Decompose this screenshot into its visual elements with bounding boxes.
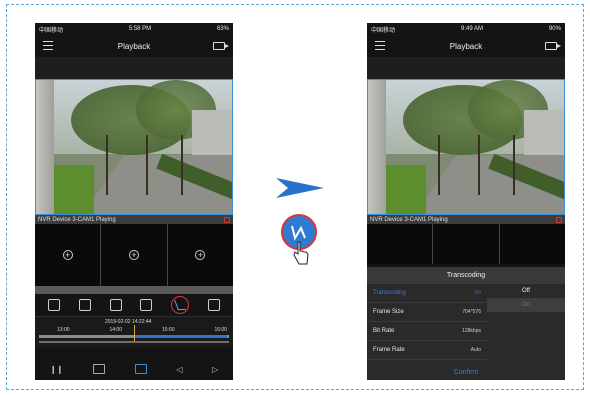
phone-screen-after: 中国移动 9:49 AM 90% Playback NVR Device 3-C… (367, 23, 565, 380)
timeline-track-secondary (39, 341, 229, 343)
empty-channel-cell[interactable]: + (101, 224, 167, 286)
add-icon[interactable]: + (128, 250, 139, 260)
battery-text: 90% (548, 26, 561, 32)
option-on[interactable]: On (487, 298, 565, 312)
page-title: Playback (449, 41, 483, 51)
setting-label: Frame Size (373, 309, 404, 315)
setting-label: Transcoding (373, 290, 406, 296)
video-feed[interactable] (35, 79, 233, 215)
pause-icon[interactable]: ❙❙ (50, 365, 63, 374)
top-bar: Playback (367, 35, 565, 57)
option-picker: Off On (487, 284, 565, 324)
battery-text: 63% (216, 26, 229, 32)
channel-grid (367, 224, 565, 264)
menu-icon[interactable] (43, 41, 53, 50)
spacer (367, 57, 565, 79)
speaker-icon[interactable] (224, 216, 230, 223)
timeline-mark: 13:00 (57, 327, 70, 333)
setting-row-frame-size[interactable]: Frame Size 704*576 (367, 303, 487, 322)
arrow-right-icon (276, 178, 324, 198)
option-off[interactable]: Off (487, 284, 565, 298)
prev-icon[interactable]: ◁ (176, 365, 182, 374)
camera-label: NVR Device 3-CAM1 Playing (370, 216, 448, 223)
top-bar: Playback (35, 35, 233, 57)
hand-pointer-icon (293, 241, 309, 265)
empty-channel-cell[interactable] (433, 224, 499, 264)
add-icon[interactable]: + (195, 250, 206, 260)
spacer (35, 57, 233, 79)
setting-label: Bit Rate (373, 328, 395, 334)
empty-channel-cell[interactable]: + (167, 224, 233, 286)
carrier-text: 中国移动 (39, 27, 64, 34)
record-icon[interactable] (78, 299, 91, 311)
status-bar: 中国移动 5:58 PM 63% (35, 23, 233, 35)
timeline-datetime: 2019-02-02 14:22:44 (105, 319, 152, 325)
divider (35, 286, 233, 294)
transcoding-icon[interactable] (170, 296, 189, 314)
timeline-mark: 16:00 (214, 327, 227, 333)
timeline-mark: 14:00 (109, 327, 122, 333)
page-title: Playback (117, 41, 151, 51)
empty-channel-cell[interactable] (499, 224, 565, 264)
confirm-button[interactable]: Confirm (367, 369, 565, 376)
timeline-mark: 15:00 (161, 327, 175, 333)
speaker-icon[interactable] (556, 216, 562, 223)
channel-grid: + + + (35, 224, 233, 286)
camera-label-bar: NVR Device 3-CAM1 Playing (367, 215, 565, 224)
menu-icon[interactable] (375, 41, 385, 50)
recording-segment (135, 335, 227, 338)
setting-value: On (474, 290, 481, 296)
setting-row-transcoding[interactable]: Transcoding On (367, 284, 487, 303)
home-icon[interactable] (134, 364, 147, 374)
empty-channel-cell[interactable] (367, 224, 433, 264)
volume-icon[interactable] (109, 299, 122, 311)
phone-screen-before: 中国移动 5:58 PM 63% Playback NVR Device 3-C… (35, 23, 233, 380)
setting-value: 128kbps (462, 328, 481, 334)
clock-text: 9:49 AM (460, 26, 483, 32)
stop-icon[interactable] (92, 364, 105, 374)
carrier-text: 中国移动 (371, 27, 396, 34)
zoom-icon[interactable] (140, 299, 153, 311)
setting-value: 704*576 (462, 309, 481, 315)
sheet-title: Transcoding (367, 267, 565, 284)
setting-label: Frame Rate (373, 347, 405, 353)
camera-label: NVR Device 3-CAM1 Playing (38, 216, 116, 223)
playback-timeline[interactable]: 2019-02-02 14:22:44 13:00 14:00 15:00 16… (35, 316, 233, 348)
snapshot-icon[interactable] (48, 299, 61, 311)
bottom-nav: ❙❙ ◁ ▷ (35, 358, 233, 380)
video-feed[interactable] (367, 79, 565, 215)
setting-row-frame-rate[interactable]: Frame Rate Auto (367, 341, 487, 360)
timeline-marks: 13:00 14:00 15:00 16:00 (57, 327, 227, 333)
clock-text: 5:58 PM (128, 26, 152, 32)
camera-icon[interactable] (213, 42, 229, 50)
toolbar (35, 294, 233, 316)
setting-row-bit-rate[interactable]: Bit Rate 128kbps (367, 322, 487, 341)
camera-icon[interactable] (545, 42, 561, 50)
transcoding-sheet: Transcoding Transcoding On Frame Size 70… (367, 267, 565, 380)
next-icon[interactable]: ▷ (212, 365, 218, 374)
camera-label-bar: NVR Device 3-CAM1 Playing (35, 215, 233, 224)
status-bar: 中国移动 9:49 AM 90% (367, 23, 565, 35)
empty-channel-cell[interactable]: + (35, 224, 101, 286)
setting-value: Auto (470, 347, 481, 353)
add-icon[interactable]: + (62, 250, 73, 260)
export-icon[interactable] (207, 299, 220, 311)
